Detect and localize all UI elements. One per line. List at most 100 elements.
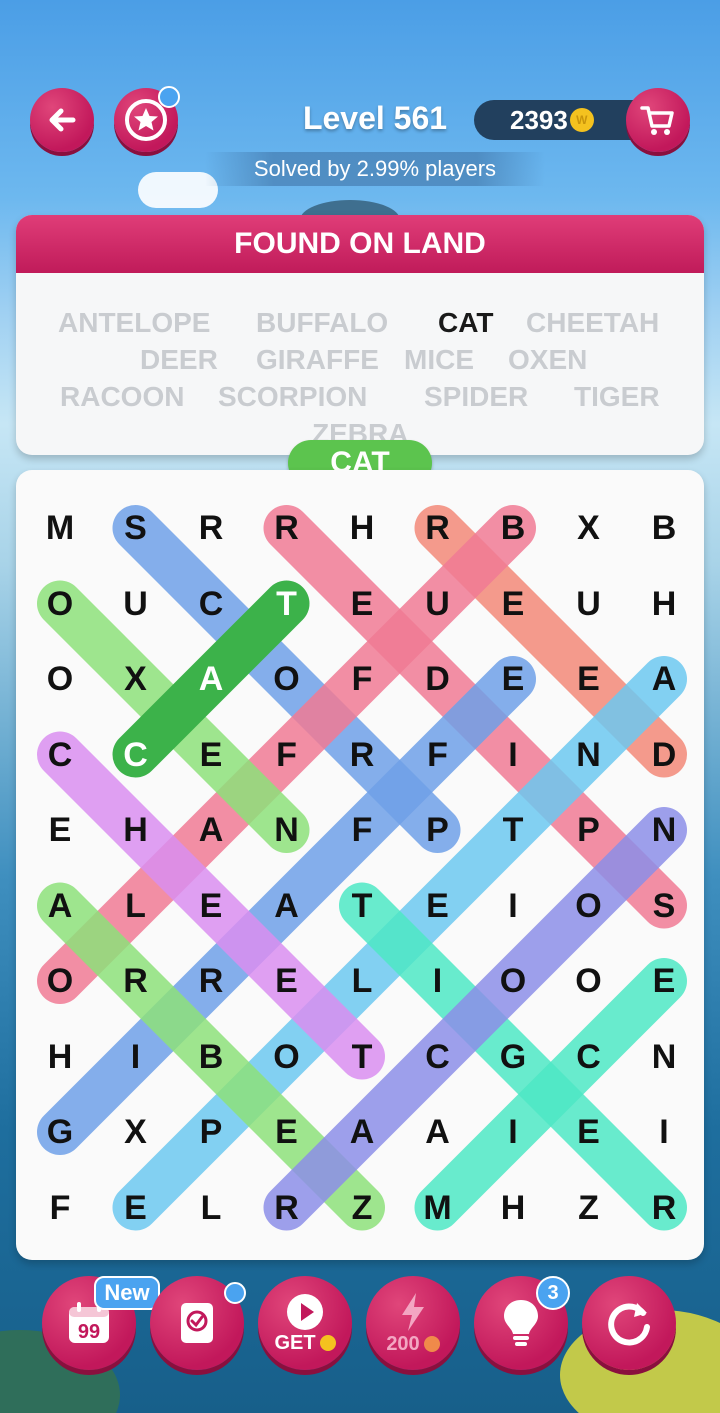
grid-cell[interactable]: H xyxy=(106,800,166,860)
grid-cell[interactable]: A xyxy=(181,649,241,709)
grid-cell[interactable]: B xyxy=(181,1027,241,1087)
grid-cell[interactable]: B xyxy=(634,498,694,558)
word-cheetah: CHEETAH xyxy=(526,307,660,338)
grid-cell[interactable]: E xyxy=(559,649,619,709)
shuffle-button[interactable] xyxy=(582,1276,676,1370)
back-button[interactable] xyxy=(30,88,94,152)
letter-grid[interactable]: MSRRHRBXBOUCTEUEUHOXAOFDEEACCEFRFINDEHAN… xyxy=(16,470,704,1260)
grid-cell[interactable]: L xyxy=(106,876,166,936)
grid-cell[interactable]: C xyxy=(408,1027,468,1087)
grid-cell[interactable]: T xyxy=(332,876,392,936)
grid-cell[interactable]: U xyxy=(408,574,468,634)
grid-cell[interactable]: P xyxy=(181,1102,241,1162)
grid-cell[interactable]: R xyxy=(408,498,468,558)
grid-cell[interactable]: T xyxy=(332,1027,392,1087)
grid-cell[interactable]: M xyxy=(408,1178,468,1238)
grid-cell[interactable]: F xyxy=(257,725,317,785)
grid-cell[interactable]: Z xyxy=(332,1178,392,1238)
grid-cell[interactable]: L xyxy=(181,1178,241,1238)
grid-cell[interactable]: F xyxy=(30,1178,90,1238)
grid-cell[interactable]: X xyxy=(106,1102,166,1162)
grid-cell[interactable]: E xyxy=(559,1102,619,1162)
grid-cell[interactable]: H xyxy=(634,574,694,634)
word-list-panel: FOUND ON LAND ANTELOPE BUFFALO CAT CHEETAH D… xyxy=(16,215,704,455)
grid-cell[interactable]: A xyxy=(332,1102,392,1162)
grid-cell[interactable]: I xyxy=(408,951,468,1011)
grid-cell[interactable]: T xyxy=(483,800,543,860)
grid-cell[interactable]: R xyxy=(634,1178,694,1238)
grid-cell[interactable]: E xyxy=(408,876,468,936)
grid-cell[interactable]: P xyxy=(408,800,468,860)
grid-cell[interactable]: E xyxy=(181,876,241,936)
grid-cell[interactable]: E xyxy=(483,649,543,709)
grid-cell[interactable]: T xyxy=(257,574,317,634)
grid-cell[interactable]: I xyxy=(483,725,543,785)
grid-cell[interactable]: R xyxy=(257,1178,317,1238)
grid-cell[interactable]: U xyxy=(559,574,619,634)
grid-cell[interactable]: O xyxy=(559,876,619,936)
grid-cell[interactable]: M xyxy=(30,498,90,558)
grid-cell[interactable]: N xyxy=(634,1027,694,1087)
get-coins-video-button[interactable]: GET xyxy=(258,1276,352,1370)
grid-cell[interactable]: E xyxy=(257,1102,317,1162)
grid-cell[interactable]: C xyxy=(30,725,90,785)
grid-cell[interactable]: O xyxy=(30,574,90,634)
grid-cell[interactable]: O xyxy=(30,951,90,1011)
grid-cell[interactable]: S xyxy=(634,876,694,936)
grid-cell[interactable]: I xyxy=(106,1027,166,1087)
grid-cell[interactable]: E xyxy=(181,725,241,785)
grid-cell[interactable]: C xyxy=(559,1027,619,1087)
grid-cell[interactable]: I xyxy=(483,1102,543,1162)
grid-cell[interactable]: O xyxy=(257,1027,317,1087)
grid-cell[interactable]: G xyxy=(483,1027,543,1087)
grid-cell[interactable]: P xyxy=(559,800,619,860)
grid-cell[interactable]: E xyxy=(483,574,543,634)
grid-cell[interactable]: G xyxy=(30,1102,90,1162)
grid-cell[interactable]: I xyxy=(483,876,543,936)
grid-cell[interactable]: A xyxy=(408,1102,468,1162)
shop-button[interactable] xyxy=(626,88,690,152)
grid-cell[interactable]: B xyxy=(483,498,543,558)
grid-cell[interactable]: I xyxy=(634,1102,694,1162)
grid-cell[interactable]: X xyxy=(559,498,619,558)
grid-cell[interactable]: H xyxy=(332,498,392,558)
grid-cell[interactable]: C xyxy=(181,574,241,634)
grid-cell[interactable]: L xyxy=(332,951,392,1011)
notification-dot xyxy=(158,86,180,108)
grid-cell[interactable]: U xyxy=(106,574,166,634)
grid-cell[interactable]: E xyxy=(257,951,317,1011)
grid-cell[interactable]: C xyxy=(106,725,166,785)
grid-cell[interactable]: D xyxy=(408,649,468,709)
grid-cell[interactable]: E xyxy=(634,951,694,1011)
grid-cell[interactable]: A xyxy=(634,649,694,709)
grid-cell[interactable]: D xyxy=(634,725,694,785)
grid-cell[interactable]: R xyxy=(181,498,241,558)
grid-cell[interactable]: O xyxy=(257,649,317,709)
grid-cell[interactable]: A xyxy=(181,800,241,860)
grid-cell[interactable]: A xyxy=(257,876,317,936)
grid-cell[interactable]: R xyxy=(181,951,241,1011)
grid-cell[interactable]: H xyxy=(30,1027,90,1087)
grid-cell[interactable]: S xyxy=(106,498,166,558)
grid-cell[interactable]: N xyxy=(634,800,694,860)
grid-cell[interactable]: H xyxy=(483,1178,543,1238)
grid-cell[interactable]: E xyxy=(106,1178,166,1238)
grid-cell[interactable]: R xyxy=(257,498,317,558)
grid-cell[interactable]: O xyxy=(483,951,543,1011)
grid-cell[interactable]: X xyxy=(106,649,166,709)
energy-boost-button[interactable]: 200 xyxy=(366,1276,460,1370)
grid-cell[interactable]: N xyxy=(559,725,619,785)
grid-cell[interactable]: N xyxy=(257,800,317,860)
grid-cell[interactable]: F xyxy=(332,800,392,860)
grid-cell[interactable]: E xyxy=(30,800,90,860)
hint-count-badge: 3 xyxy=(536,1276,570,1310)
grid-cell[interactable]: F xyxy=(332,649,392,709)
grid-cell[interactable]: R xyxy=(332,725,392,785)
grid-cell[interactable]: O xyxy=(559,951,619,1011)
grid-cell[interactable]: A xyxy=(30,876,90,936)
grid-cell[interactable]: E xyxy=(332,574,392,634)
grid-cell[interactable]: R xyxy=(106,951,166,1011)
grid-cell[interactable]: O xyxy=(30,649,90,709)
grid-cell[interactable]: Z xyxy=(559,1178,619,1238)
grid-cell[interactable]: F xyxy=(408,725,468,785)
